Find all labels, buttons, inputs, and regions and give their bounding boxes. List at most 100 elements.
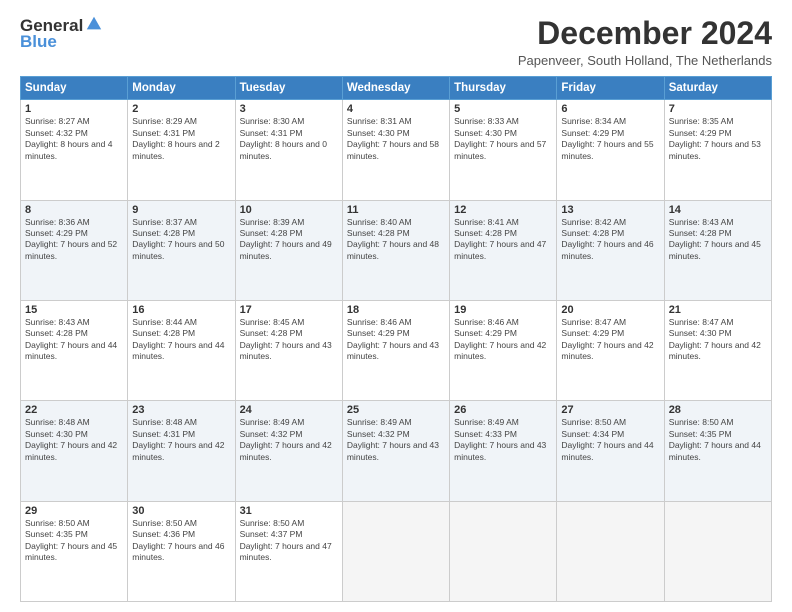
calendar-day-cell: 13 Sunrise: 8:42 AMSunset: 4:28 PMDaylig… [557,200,664,300]
day-info: Sunrise: 8:50 AMSunset: 4:35 PMDaylight:… [25,518,123,564]
calendar-day-cell: 12 Sunrise: 8:41 AMSunset: 4:28 PMDaylig… [450,200,557,300]
day-info: Sunrise: 8:45 AMSunset: 4:28 PMDaylight:… [240,317,338,363]
day-number: 21 [669,304,767,316]
calendar-day-cell: 3 Sunrise: 8:30 AMSunset: 4:31 PMDayligh… [235,100,342,200]
calendar-day-cell [557,501,664,601]
day-info: Sunrise: 8:29 AMSunset: 4:31 PMDaylight:… [132,116,230,162]
day-info: Sunrise: 8:43 AMSunset: 4:28 PMDaylight:… [669,217,767,263]
calendar-day-cell [664,501,771,601]
day-info: Sunrise: 8:44 AMSunset: 4:28 PMDaylight:… [132,317,230,363]
calendar-day-cell: 21 Sunrise: 8:47 AMSunset: 4:30 PMDaylig… [664,300,771,400]
calendar-week-row: 22 Sunrise: 8:48 AMSunset: 4:30 PMDaylig… [21,401,772,501]
day-number: 31 [240,505,338,517]
day-info: Sunrise: 8:33 AMSunset: 4:30 PMDaylight:… [454,116,552,162]
calendar-day-cell: 2 Sunrise: 8:29 AMSunset: 4:31 PMDayligh… [128,100,235,200]
calendar-day-cell: 26 Sunrise: 8:49 AMSunset: 4:33 PMDaylig… [450,401,557,501]
day-number: 19 [454,304,552,316]
day-info: Sunrise: 8:48 AMSunset: 4:30 PMDaylight:… [25,417,123,463]
calendar-day-cell: 30 Sunrise: 8:50 AMSunset: 4:36 PMDaylig… [128,501,235,601]
day-number: 27 [561,404,659,416]
day-info: Sunrise: 8:48 AMSunset: 4:31 PMDaylight:… [132,417,230,463]
day-number: 8 [25,204,123,216]
calendar-day-cell: 17 Sunrise: 8:45 AMSunset: 4:28 PMDaylig… [235,300,342,400]
day-number: 23 [132,404,230,416]
calendar-header-row: Sunday Monday Tuesday Wednesday Thursday… [21,77,772,100]
day-info: Sunrise: 8:40 AMSunset: 4:28 PMDaylight:… [347,217,445,263]
col-friday: Friday [557,77,664,100]
calendar-week-row: 15 Sunrise: 8:43 AMSunset: 4:28 PMDaylig… [21,300,772,400]
day-number: 11 [347,204,445,216]
col-thursday: Thursday [450,77,557,100]
calendar-day-cell: 15 Sunrise: 8:43 AMSunset: 4:28 PMDaylig… [21,300,128,400]
calendar-day-cell: 11 Sunrise: 8:40 AMSunset: 4:28 PMDaylig… [342,200,449,300]
col-saturday: Saturday [664,77,771,100]
day-number: 12 [454,204,552,216]
day-info: Sunrise: 8:42 AMSunset: 4:28 PMDaylight:… [561,217,659,263]
day-number: 13 [561,204,659,216]
logo-blue-text: Blue [20,32,57,52]
day-number: 7 [669,103,767,115]
location: Papenveer, South Holland, The Netherland… [518,53,772,68]
col-sunday: Sunday [21,77,128,100]
calendar-table: Sunday Monday Tuesday Wednesday Thursday… [20,76,772,602]
day-number: 16 [132,304,230,316]
calendar-day-cell: 9 Sunrise: 8:37 AMSunset: 4:28 PMDayligh… [128,200,235,300]
day-number: 1 [25,103,123,115]
day-info: Sunrise: 8:41 AMSunset: 4:28 PMDaylight:… [454,217,552,263]
day-number: 17 [240,304,338,316]
calendar-day-cell: 19 Sunrise: 8:46 AMSunset: 4:29 PMDaylig… [450,300,557,400]
day-number: 9 [132,204,230,216]
day-info: Sunrise: 8:50 AMSunset: 4:35 PMDaylight:… [669,417,767,463]
logo-icon [85,15,103,33]
day-info: Sunrise: 8:50 AMSunset: 4:37 PMDaylight:… [240,518,338,564]
day-info: Sunrise: 8:49 AMSunset: 4:32 PMDaylight:… [347,417,445,463]
day-info: Sunrise: 8:34 AMSunset: 4:29 PMDaylight:… [561,116,659,162]
day-number: 15 [25,304,123,316]
calendar-day-cell: 7 Sunrise: 8:35 AMSunset: 4:29 PMDayligh… [664,100,771,200]
day-info: Sunrise: 8:27 AMSunset: 4:32 PMDaylight:… [25,116,123,162]
calendar-day-cell: 20 Sunrise: 8:47 AMSunset: 4:29 PMDaylig… [557,300,664,400]
day-number: 22 [25,404,123,416]
day-info: Sunrise: 8:43 AMSunset: 4:28 PMDaylight:… [25,317,123,363]
calendar-day-cell: 28 Sunrise: 8:50 AMSunset: 4:35 PMDaylig… [664,401,771,501]
day-number: 2 [132,103,230,115]
day-info: Sunrise: 8:30 AMSunset: 4:31 PMDaylight:… [240,116,338,162]
day-number: 26 [454,404,552,416]
calendar-day-cell: 16 Sunrise: 8:44 AMSunset: 4:28 PMDaylig… [128,300,235,400]
col-tuesday: Tuesday [235,77,342,100]
day-number: 10 [240,204,338,216]
col-monday: Monday [128,77,235,100]
title-area: December 2024 Papenveer, South Holland, … [518,16,772,68]
calendar-day-cell: 24 Sunrise: 8:49 AMSunset: 4:32 PMDaylig… [235,401,342,501]
day-info: Sunrise: 8:49 AMSunset: 4:32 PMDaylight:… [240,417,338,463]
day-info: Sunrise: 8:31 AMSunset: 4:30 PMDaylight:… [347,116,445,162]
calendar-day-cell: 1 Sunrise: 8:27 AMSunset: 4:32 PMDayligh… [21,100,128,200]
day-info: Sunrise: 8:37 AMSunset: 4:28 PMDaylight:… [132,217,230,263]
day-info: Sunrise: 8:50 AMSunset: 4:34 PMDaylight:… [561,417,659,463]
day-number: 18 [347,304,445,316]
day-info: Sunrise: 8:35 AMSunset: 4:29 PMDaylight:… [669,116,767,162]
day-number: 14 [669,204,767,216]
day-info: Sunrise: 8:39 AMSunset: 4:28 PMDaylight:… [240,217,338,263]
day-number: 28 [669,404,767,416]
calendar-day-cell: 5 Sunrise: 8:33 AMSunset: 4:30 PMDayligh… [450,100,557,200]
day-number: 25 [347,404,445,416]
day-number: 6 [561,103,659,115]
calendar-day-cell: 8 Sunrise: 8:36 AMSunset: 4:29 PMDayligh… [21,200,128,300]
day-number: 3 [240,103,338,115]
calendar-day-cell [450,501,557,601]
calendar-day-cell: 25 Sunrise: 8:49 AMSunset: 4:32 PMDaylig… [342,401,449,501]
calendar-day-cell: 10 Sunrise: 8:39 AMSunset: 4:28 PMDaylig… [235,200,342,300]
calendar-day-cell: 22 Sunrise: 8:48 AMSunset: 4:30 PMDaylig… [21,401,128,501]
day-number: 20 [561,304,659,316]
day-info: Sunrise: 8:36 AMSunset: 4:29 PMDaylight:… [25,217,123,263]
calendar-day-cell: 18 Sunrise: 8:46 AMSunset: 4:29 PMDaylig… [342,300,449,400]
calendar-week-row: 8 Sunrise: 8:36 AMSunset: 4:29 PMDayligh… [21,200,772,300]
day-info: Sunrise: 8:47 AMSunset: 4:30 PMDaylight:… [669,317,767,363]
col-wednesday: Wednesday [342,77,449,100]
calendar-week-row: 29 Sunrise: 8:50 AMSunset: 4:35 PMDaylig… [21,501,772,601]
day-number: 4 [347,103,445,115]
page: General Blue December 2024 Papenveer, So… [0,0,792,612]
calendar-day-cell [342,501,449,601]
logo: General Blue [20,16,103,52]
